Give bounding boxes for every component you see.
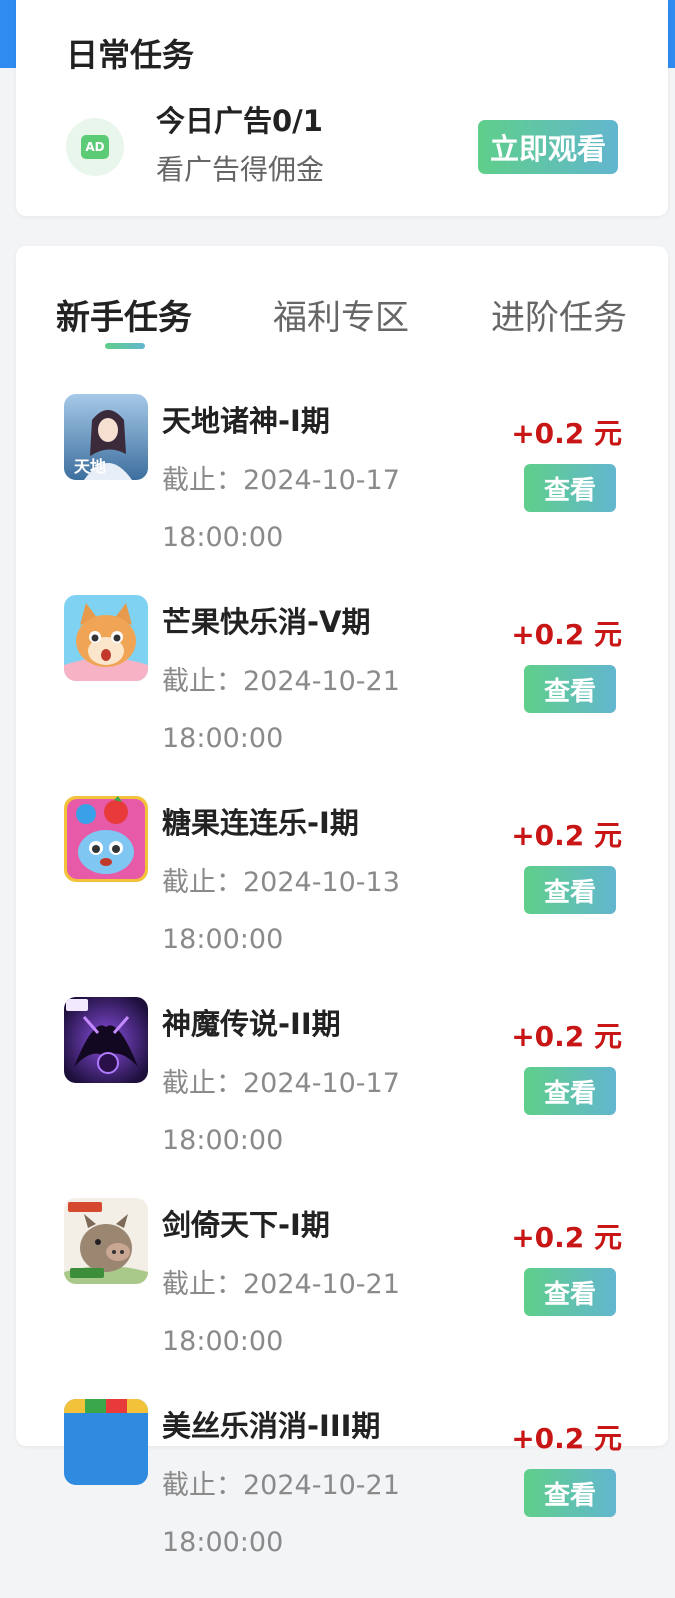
task-reward: +0.2 元 (511, 1221, 622, 1254)
task-name: 神魔传说-II期 (162, 1007, 341, 1041)
task-list: 天地 天地诸神-I期 截止：2024-10-17 18:00:00 +0.2 元… (16, 392, 668, 1598)
tab-welfare-zone[interactable]: 福利专区 (273, 290, 409, 339)
task-row[interactable]: 芒果快乐消-V期 截止：2024-10-21 18:00:00 +0.2 元 查… (16, 593, 668, 794)
task-deadline-date: 截止：2024-10-21 (162, 1269, 400, 1300)
task-deadline: 截止：2024-10-21 18:00:00 (162, 653, 412, 767)
task-reward: +0.2 元 (511, 1020, 622, 1053)
task-deadline: 截止：2024-10-21 18:00:00 (162, 1457, 412, 1571)
task-deadline-date: 截止：2024-10-17 (162, 465, 400, 496)
tab-newbie-tasks[interactable]: 新手任务 (56, 290, 192, 339)
task-deadline-time: 18:00:00 (162, 1527, 284, 1558)
ad-task-title: 今日广告0/1 (156, 104, 323, 138)
task-row[interactable]: 剑倚天下-I期 截止：2024-10-21 18:00:00 +0.2 元 查看 (16, 1196, 668, 1397)
view-button[interactable]: 查看 (524, 1067, 616, 1115)
task-reward: +0.2 元 (511, 1422, 622, 1455)
task-deadline-time: 18:00:00 (162, 1326, 284, 1357)
task-name: 天地诸神-I期 (162, 404, 330, 438)
cat-puzzle-game-icon (64, 595, 148, 681)
svg-text:天地: 天地 (74, 457, 106, 476)
task-deadline-date: 截止：2024-10-17 (162, 1068, 400, 1099)
ad-badge: AD (81, 135, 109, 159)
task-deadline: 截止：2024-10-21 18:00:00 (162, 1256, 412, 1370)
task-reward: +0.2 元 (511, 618, 622, 651)
task-name: 剑倚天下-I期 (162, 1208, 330, 1242)
task-deadline: 截止：2024-10-17 18:00:00 (162, 1055, 412, 1169)
task-deadline-date: 截止：2024-10-13 (162, 867, 400, 898)
task-deadline-time: 18:00:00 (162, 924, 284, 955)
task-deadline-date: 截止：2024-10-21 (162, 666, 400, 697)
task-name: 美丝乐消消-III期 (162, 1409, 381, 1443)
task-deadline-time: 18:00:00 (162, 1125, 284, 1156)
view-button[interactable]: 查看 (524, 665, 616, 713)
task-row[interactable]: 天地 天地诸神-I期 截止：2024-10-17 18:00:00 +0.2 元… (16, 392, 668, 593)
active-tab-indicator (105, 343, 145, 349)
boar-game-icon (64, 1198, 148, 1284)
task-deadline-time: 18:00:00 (162, 522, 284, 553)
view-button[interactable]: 查看 (524, 1469, 616, 1517)
daily-tasks-card: 日常任务 AD 今日广告0/1 看广告得佣金 立即观看 (16, 0, 668, 216)
task-row[interactable]: 糖果连连乐-I期 截止：2024-10-13 18:00:00 +0.2 元 查… (16, 794, 668, 995)
ad-task-subtitle: 看广告得佣金 (156, 153, 325, 186)
task-deadline-date: 截止：2024-10-21 (162, 1470, 400, 1501)
task-deadline-time: 18:00:00 (162, 723, 284, 754)
task-reward: +0.2 元 (511, 417, 622, 450)
task-row[interactable]: 神魔传说-II期 截止：2024-10-17 18:00:00 +0.2 元 查… (16, 995, 668, 1196)
tasks-card: 新手任务 福利专区 进阶任务 天地 天地诸神-I期 截止：2024-10-17 … (16, 246, 668, 1558)
task-row[interactable]: 美丝乐消消-III期 截止：2024-10-21 18:00:00 +0.2 元… (16, 1397, 668, 1598)
tab-advanced-tasks[interactable]: 进阶任务 (491, 290, 627, 339)
view-button[interactable]: 查看 (524, 464, 616, 512)
view-button[interactable]: 查看 (524, 1268, 616, 1316)
watch-now-button[interactable]: 立即观看 (478, 120, 618, 174)
candy-match-game-icon (64, 796, 148, 882)
task-reward: +0.2 元 (511, 819, 622, 852)
task-deadline: 截止：2024-10-17 18:00:00 (162, 452, 412, 566)
task-deadline: 截止：2024-10-13 18:00:00 (162, 854, 412, 968)
fantasy-game-icon: 天地 (64, 394, 148, 480)
task-name: 糖果连连乐-I期 (162, 806, 359, 840)
daily-tasks-title: 日常任务 (66, 36, 195, 74)
ad-icon: AD (66, 118, 124, 176)
dark-fantasy-game-icon (64, 997, 148, 1083)
block-puzzle-game-icon (64, 1399, 148, 1485)
task-name: 芒果快乐消-V期 (162, 605, 371, 639)
view-button[interactable]: 查看 (524, 866, 616, 914)
